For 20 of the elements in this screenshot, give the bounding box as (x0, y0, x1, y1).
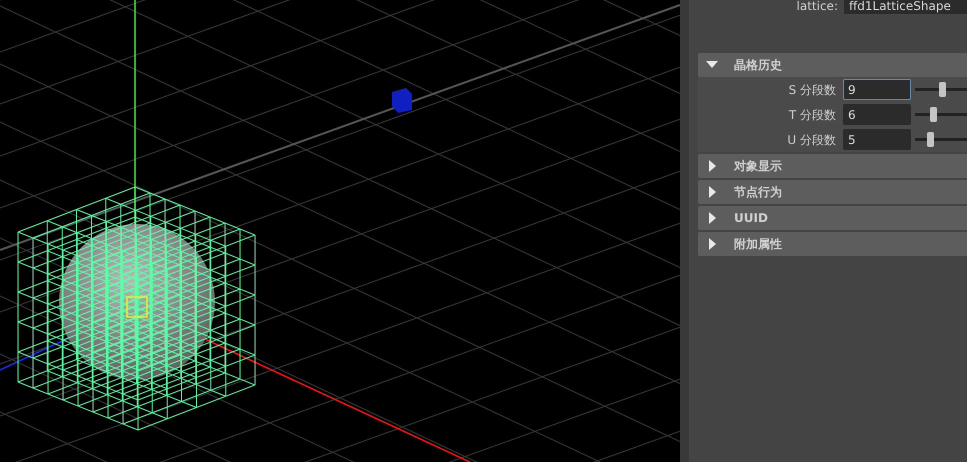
field-label: lattice: (796, 0, 839, 15)
value-field[interactable]: 5 (843, 129, 911, 150)
field-label: T 分段数 (788, 106, 837, 124)
value-field[interactable]: 6 (843, 104, 911, 125)
field-label: U 分段数 (786, 132, 837, 148)
caret-right-icon (706, 160, 718, 172)
caret-right-icon (706, 238, 718, 250)
slider-thumb[interactable] (927, 132, 934, 147)
section-header[interactable]: UUID (698, 206, 967, 230)
value-field[interactable]: 9 (843, 79, 911, 100)
section-header[interactable]: 对象显示 (698, 154, 967, 178)
slider-thumb[interactable] (938, 82, 946, 97)
section-header[interactable]: 节点行为 (698, 180, 967, 204)
section-header[interactable]: 晶格历史 (698, 53, 967, 77)
section-header[interactable]: 附加属性 (698, 232, 967, 256)
caret-right-icon (706, 212, 718, 224)
lattice-name-field[interactable]: ffd1LatticeShape (844, 0, 967, 14)
slider-thumb[interactable] (930, 107, 937, 122)
field-label: S 分段数 (788, 82, 837, 98)
caret-right-icon (706, 186, 718, 198)
